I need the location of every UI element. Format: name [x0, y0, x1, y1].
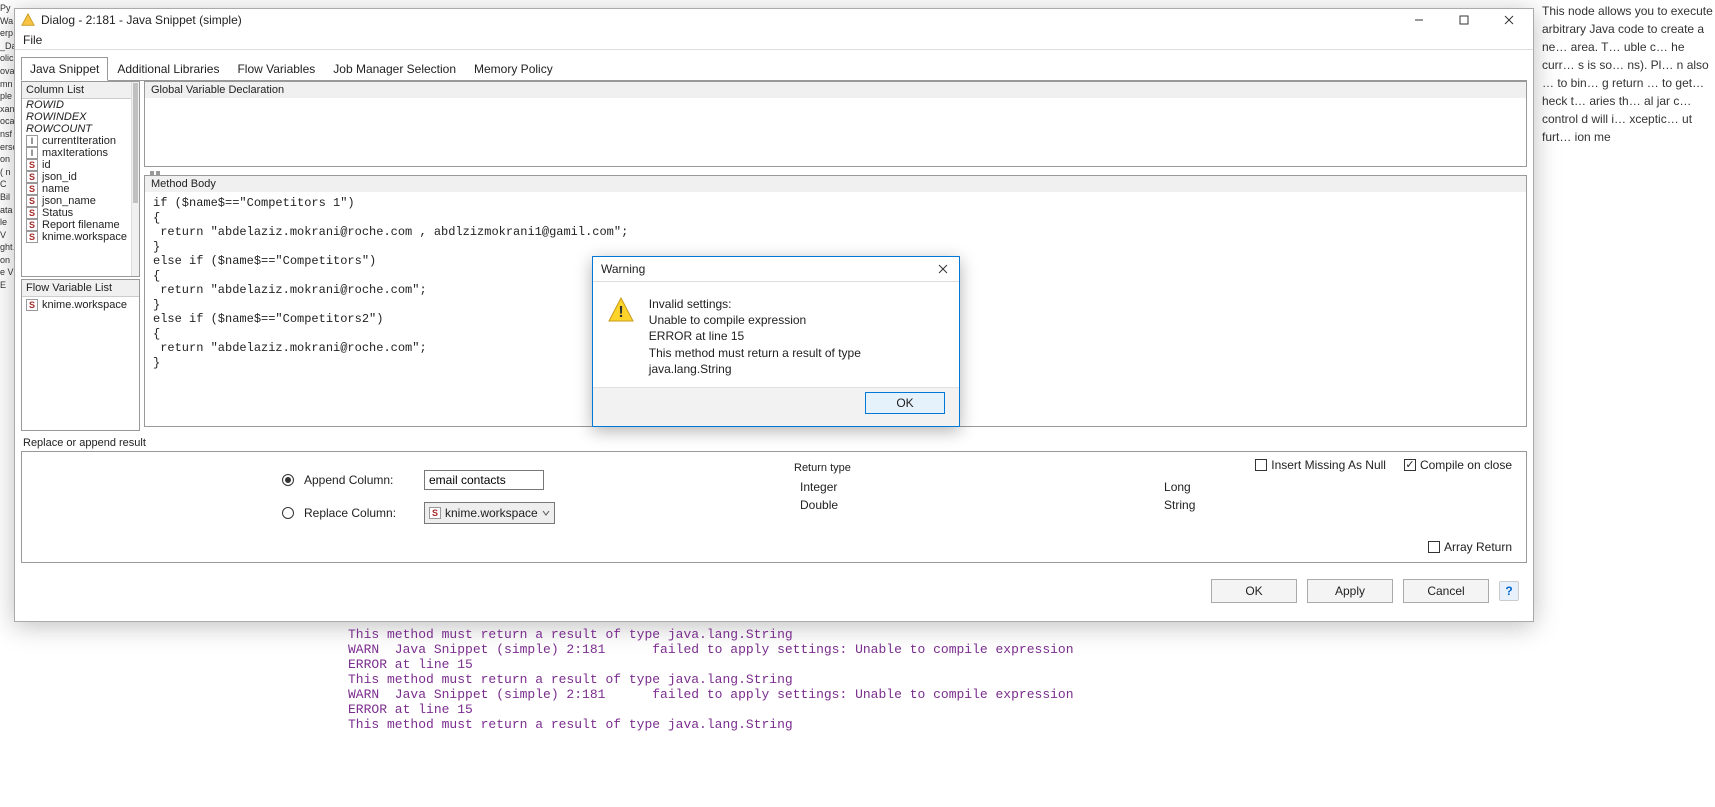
- string-type-icon: S: [26, 195, 38, 207]
- title-bar[interactable]: Dialog - 2:181 - Java Snippet (simple): [15, 9, 1533, 31]
- radio-replace-column[interactable]: [282, 507, 294, 519]
- close-button[interactable]: [1486, 9, 1531, 31]
- global-var-declaration-panel: Global Variable Declaration: [144, 81, 1527, 167]
- svg-text:!: !: [618, 304, 623, 321]
- label-string: String: [1164, 498, 1195, 512]
- result-right-panel: Insert Missing As Null Compile on close …: [774, 452, 1526, 562]
- string-type-icon: S: [26, 171, 38, 183]
- background-help-text: This node allows you to execute arbitrar…: [1540, 0, 1715, 148]
- string-type-icon: S: [26, 207, 38, 219]
- console-line: ERROR at line 15: [348, 658, 1074, 673]
- string-type-icon: S: [26, 231, 38, 243]
- knime-logo-icon: [21, 13, 35, 27]
- label-integer: Integer: [800, 480, 837, 494]
- column-list-panel: Column List ROWIDROWINDEXROWCOUNTIcurren…: [21, 81, 140, 277]
- column-list-item[interactable]: IcurrentIteration: [22, 135, 131, 147]
- replace-append-label: Replace or append result: [21, 435, 1527, 451]
- insert-missing-label: Insert Missing As Null: [1271, 458, 1386, 472]
- console-line: This method must return a result of type…: [348, 628, 1074, 643]
- warning-line4: This method must return a result of type…: [649, 345, 945, 377]
- array-return-checkbox[interactable]: [1428, 541, 1440, 553]
- column-list-item[interactable]: Sjson_id: [22, 171, 131, 183]
- column-list-item[interactable]: SReport filename: [22, 219, 131, 231]
- column-list-item[interactable]: ROWCOUNT: [22, 123, 131, 135]
- compile-on-close-checkbox[interactable]: [1404, 459, 1416, 471]
- console-output: This method must return a result of type…: [348, 628, 1074, 733]
- append-column-input[interactable]: [424, 470, 544, 490]
- column-list[interactable]: ROWIDROWINDEXROWCOUNTIcurrentIterationIm…: [22, 99, 131, 276]
- console-line: ERROR at line 15: [348, 703, 1074, 718]
- warning-line3: ERROR at line 15: [649, 328, 945, 344]
- column-list-item[interactable]: Sjson_name: [22, 195, 131, 207]
- method-body-title: Method Body: [145, 176, 1526, 192]
- menu-file[interactable]: File: [23, 33, 42, 47]
- column-list-scrollbar[interactable]: [131, 82, 139, 276]
- edge-fragment-text: Py Wa erp _Da olic ova mn ple xan oca ns…: [0, 2, 14, 292]
- radio-append-column[interactable]: [282, 474, 294, 486]
- replace-column-combo[interactable]: S knime.workspace: [424, 502, 555, 524]
- string-type-icon: S: [26, 159, 38, 171]
- column-list-item[interactable]: Sname: [22, 183, 131, 195]
- column-list-item[interactable]: ROWID: [22, 99, 131, 111]
- tab-flow-variables[interactable]: Flow Variables: [228, 57, 324, 81]
- column-list-title: Column List: [22, 82, 131, 99]
- column-list-item[interactable]: Sknime.workspace: [22, 231, 131, 243]
- cancel-button[interactable]: Cancel: [1403, 579, 1489, 603]
- compile-on-close-label: Compile on close: [1420, 458, 1512, 472]
- warning-line2: Unable to compile expression: [649, 312, 945, 328]
- warning-title: Warning: [601, 262, 645, 276]
- column-list-item[interactable]: ROWINDEX: [22, 111, 131, 123]
- warning-line1: Invalid settings:: [649, 296, 945, 312]
- tab-strip: Java Snippet Additional Libraries Flow V…: [21, 56, 1527, 81]
- apply-button[interactable]: Apply: [1307, 579, 1393, 603]
- array-return-label: Array Return: [1444, 540, 1512, 554]
- dialog-button-bar: OK Apply Cancel ?: [15, 569, 1533, 613]
- console-line: WARN Java Snippet (simple) 2:181 failed …: [348, 688, 1074, 703]
- maximize-button[interactable]: [1441, 9, 1486, 31]
- tab-job-manager[interactable]: Job Manager Selection: [324, 57, 465, 81]
- tab-additional-libraries[interactable]: Additional Libraries: [108, 57, 228, 81]
- flow-variable-list[interactable]: Sknime.workspace: [22, 297, 139, 313]
- label-long: Long: [1164, 480, 1191, 494]
- replace-column-value: knime.workspace: [445, 506, 538, 520]
- warning-icon: !: [607, 296, 637, 377]
- replace-column-label: Replace Column:: [304, 506, 414, 520]
- label-double: Double: [800, 498, 838, 512]
- integer-type-icon: I: [26, 135, 38, 147]
- minimize-button[interactable]: [1396, 9, 1441, 31]
- warning-ok-button[interactable]: OK: [865, 392, 945, 414]
- global-var-declaration-title: Global Variable Declaration: [145, 82, 1526, 98]
- help-button[interactable]: ?: [1499, 581, 1519, 601]
- warning-close-button[interactable]: [935, 261, 951, 277]
- string-type-icon: S: [429, 507, 441, 519]
- console-line: This method must return a result of type…: [348, 673, 1074, 688]
- result-left-panel: Append Column: Replace Column: S knime.w…: [22, 452, 774, 562]
- integer-type-icon: I: [26, 147, 38, 159]
- string-type-icon: S: [26, 299, 38, 311]
- warning-dialog: Warning ! Invalid settings: Unable to co…: [592, 256, 960, 427]
- global-var-declaration-editor[interactable]: [145, 98, 1526, 166]
- tab-memory-policy[interactable]: Memory Policy: [465, 57, 562, 81]
- column-list-item[interactable]: ImaxIterations: [22, 147, 131, 159]
- append-column-label: Append Column:: [304, 473, 414, 487]
- window-title: Dialog - 2:181 - Java Snippet (simple): [41, 13, 242, 27]
- menubar: File: [15, 31, 1533, 50]
- string-type-icon: S: [26, 183, 38, 195]
- ok-button[interactable]: OK: [1211, 579, 1297, 603]
- insert-missing-checkbox[interactable]: [1255, 459, 1267, 471]
- chevron-down-icon: [542, 509, 550, 517]
- flow-variable-title: Flow Variable List: [22, 280, 139, 297]
- console-line: WARN Java Snippet (simple) 2:181 failed …: [348, 643, 1074, 658]
- console-line: This method must return a result of type…: [348, 718, 1074, 733]
- flow-variable-panel: Flow Variable List Sknime.workspace: [21, 279, 140, 431]
- column-list-item[interactable]: SStatus: [22, 207, 131, 219]
- string-type-icon: S: [26, 219, 38, 231]
- column-list-item[interactable]: Sid: [22, 159, 131, 171]
- tab-java-snippet[interactable]: Java Snippet: [21, 57, 108, 81]
- flow-variable-item[interactable]: Sknime.workspace: [26, 299, 135, 311]
